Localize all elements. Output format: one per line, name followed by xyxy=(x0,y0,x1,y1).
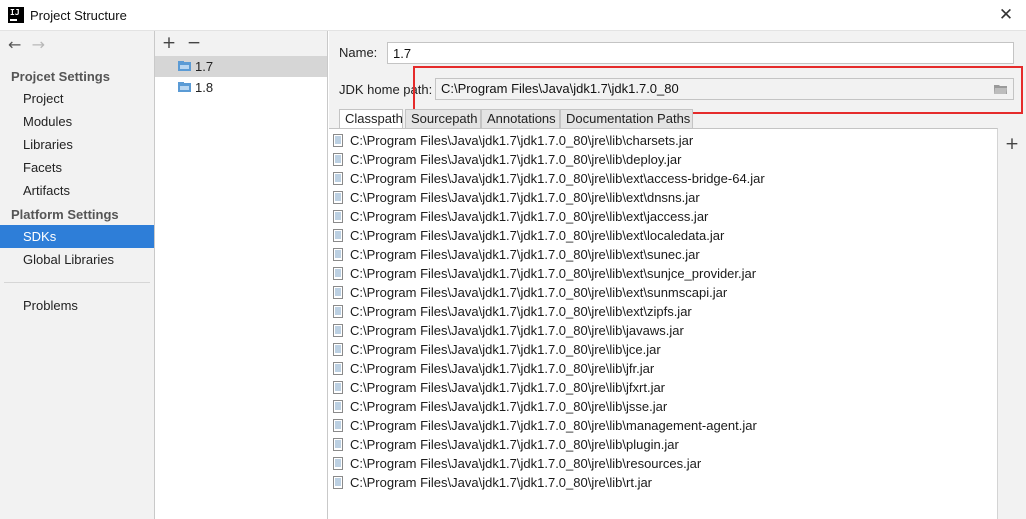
window-title: Project Structure xyxy=(30,8,127,23)
jar-file-icon xyxy=(333,191,343,204)
jar-file-icon xyxy=(333,362,343,375)
classpath-entry-text: C:\Program Files\Java\jdk1.7\jdk1.7.0_80… xyxy=(350,361,655,376)
jar-file-icon xyxy=(333,419,343,432)
name-label: Name: xyxy=(339,45,378,60)
platform-settings-header: Platform Settings xyxy=(11,207,119,222)
add-classpath-button[interactable]: + xyxy=(1003,135,1021,153)
add-sdk-button[interactable]: + xyxy=(160,33,178,53)
jar-file-icon xyxy=(333,134,343,147)
sidebar-divider xyxy=(4,282,150,283)
settings-sidebar: ← → Projcet Settings Project Modules Lib… xyxy=(0,31,155,519)
jar-file-icon xyxy=(333,248,343,261)
jar-file-icon xyxy=(333,324,343,337)
classpath-entry-text: C:\Program Files\Java\jdk1.7\jdk1.7.0_80… xyxy=(350,323,684,338)
sdk-item-label: 1.7 xyxy=(195,59,214,74)
sidebar-item-sdks[interactable]: SDKs xyxy=(0,225,154,248)
jar-file-icon xyxy=(333,153,343,166)
classpath-entry-text: C:\Program Files\Java\jdk1.7\jdk1.7.0_80… xyxy=(350,152,682,167)
tab-annotations[interactable]: Annotations xyxy=(481,109,560,129)
sdk-item-1-7[interactable]: 1.7 xyxy=(155,56,327,77)
jdk-home-path-field[interactable]: C:\Program Files\Java\jdk1.7\jdk1.7.0_80 xyxy=(435,78,1014,100)
remove-sdk-button[interactable]: − xyxy=(185,33,203,53)
classpath-entry-text: C:\Program Files\Java\jdk1.7\jdk1.7.0_80… xyxy=(350,399,668,414)
jdk-home-path-label: JDK home path: xyxy=(339,82,433,97)
classpath-entry-text: C:\Program Files\Java\jdk1.7\jdk1.7.0_80… xyxy=(350,456,702,471)
jar-file-icon xyxy=(333,400,343,413)
forward-arrow-icon[interactable]: → xyxy=(32,37,52,53)
sdk-item-1-8[interactable]: 1.8 xyxy=(155,77,327,98)
sdk-details-panel: Name: JDK home path: C:\Program Files\Ja… xyxy=(329,31,1026,519)
classpath-entry-text: C:\Program Files\Java\jdk1.7\jdk1.7.0_80… xyxy=(350,437,679,452)
classpath-entry-text: C:\Program Files\Java\jdk1.7\jdk1.7.0_80… xyxy=(350,380,666,395)
classpath-entry-text: C:\Program Files\Java\jdk1.7\jdk1.7.0_80… xyxy=(350,133,694,148)
jar-file-icon xyxy=(333,172,343,185)
close-icon[interactable]: ✕ xyxy=(996,5,1016,25)
sidebar-item-modules[interactable]: Modules xyxy=(0,110,154,133)
jar-file-icon xyxy=(333,438,343,451)
sdk-list-panel: + − 1.7 1.8 xyxy=(155,31,328,519)
sdk-item-label: 1.8 xyxy=(195,80,214,95)
sidebar-item-facets[interactable]: Facets xyxy=(0,156,154,179)
jar-file-icon xyxy=(333,286,343,299)
sidebar-item-artifacts[interactable]: Artifacts xyxy=(0,179,154,202)
sidebar-item-libraries[interactable]: Libraries xyxy=(0,133,154,156)
classpath-entry-text: C:\Program Files\Java\jdk1.7\jdk1.7.0_80… xyxy=(350,418,757,433)
jar-file-icon xyxy=(333,343,343,356)
name-input[interactable] xyxy=(387,42,1014,64)
back-arrow-icon[interactable]: ← xyxy=(8,37,28,53)
jdk-folder-icon xyxy=(178,82,191,92)
jar-file-icon xyxy=(333,457,343,470)
navigation-arrows: ← → xyxy=(8,37,52,55)
project-settings-header: Projcet Settings xyxy=(11,69,110,84)
classpath-entry-text: C:\Program Files\Java\jdk1.7\jdk1.7.0_80… xyxy=(350,190,700,205)
classpath-entry-text: C:\Program Files\Java\jdk1.7\jdk1.7.0_80… xyxy=(350,247,700,262)
tab-documentation-paths[interactable]: Documentation Paths xyxy=(560,109,693,129)
classpath-entry-text: C:\Program Files\Java\jdk1.7\jdk1.7.0_80… xyxy=(350,475,653,490)
jdk-folder-icon xyxy=(178,61,191,71)
intellij-logo-icon: IJ xyxy=(8,7,24,23)
sdk-toolbar: + − xyxy=(155,31,327,56)
jar-file-icon xyxy=(333,229,343,242)
jar-file-icon xyxy=(333,381,343,394)
jar-file-icon xyxy=(333,267,343,280)
jdk-home-path-value: C:\Program Files\Java\jdk1.7\jdk1.7.0_80 xyxy=(441,81,679,96)
classpath-entry-text: C:\Program Files\Java\jdk1.7\jdk1.7.0_80… xyxy=(350,285,728,300)
jar-file-icon xyxy=(333,305,343,318)
classpath-entry-text: C:\Program Files\Java\jdk1.7\jdk1.7.0_80… xyxy=(350,228,725,243)
sidebar-item-project[interactable]: Project xyxy=(0,87,154,110)
sidebar-item-global-libraries[interactable]: Global Libraries xyxy=(0,248,154,271)
classpath-list[interactable]: C:\Program Files\Java\jdk1.7\jdk1.7.0_80… xyxy=(329,128,998,519)
browse-folder-icon[interactable] xyxy=(994,83,1008,95)
classpath-entry-text: C:\Program Files\Java\jdk1.7\jdk1.7.0_80… xyxy=(350,171,765,186)
classpath-entry-text: C:\Program Files\Java\jdk1.7\jdk1.7.0_80… xyxy=(350,209,709,224)
jar-file-icon xyxy=(333,210,343,223)
title-bar: IJ Project Structure ✕ xyxy=(0,0,1026,31)
sidebar-item-problems[interactable]: Problems xyxy=(0,294,154,317)
tab-classpath[interactable]: Classpath xyxy=(339,109,403,130)
jar-file-icon xyxy=(333,476,343,489)
classpath-entry-text: C:\Program Files\Java\jdk1.7\jdk1.7.0_80… xyxy=(350,304,692,319)
classpath-entry-text: C:\Program Files\Java\jdk1.7\jdk1.7.0_80… xyxy=(350,266,757,281)
classpath-entry-text: C:\Program Files\Java\jdk1.7\jdk1.7.0_80… xyxy=(350,342,661,357)
tab-sourcepath[interactable]: Sourcepath xyxy=(405,109,481,129)
